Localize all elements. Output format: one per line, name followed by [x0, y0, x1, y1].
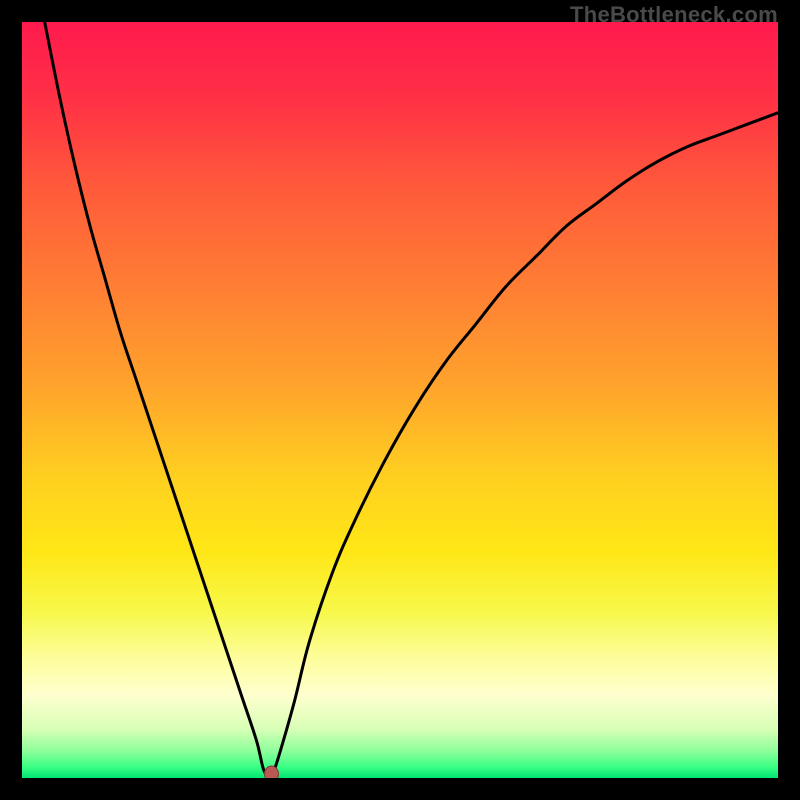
watermark-text: TheBottleneck.com [570, 2, 778, 28]
minimum-marker [264, 766, 278, 778]
plot-area [22, 22, 778, 778]
chart-frame: TheBottleneck.com [0, 0, 800, 800]
gradient-background [22, 22, 778, 778]
chart-svg [22, 22, 778, 778]
